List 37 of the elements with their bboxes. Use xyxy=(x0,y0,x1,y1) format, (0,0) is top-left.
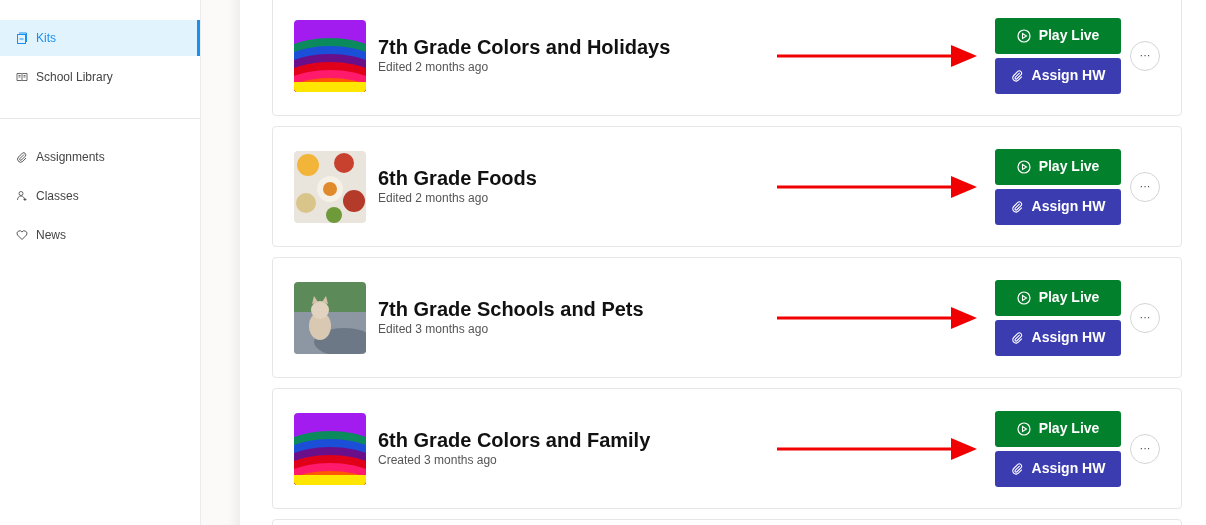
play-icon xyxy=(1016,159,1031,174)
paperclip-icon xyxy=(1010,462,1024,475)
play-live-button[interactable]: Play Live xyxy=(995,279,1121,316)
paperclip-icon xyxy=(1010,69,1024,82)
book-icon xyxy=(16,71,28,83)
play-live-button[interactable]: Play Live xyxy=(995,410,1121,447)
kit-subtitle: Created 3 months ago xyxy=(378,451,498,469)
kit-icon xyxy=(16,32,28,44)
paperclip-icon xyxy=(1010,200,1024,213)
more-button[interactable]: ··· xyxy=(1130,40,1160,71)
paperclip-icon xyxy=(16,151,28,163)
play-icon xyxy=(1016,421,1031,436)
assign-hw-button[interactable]: Assign HW xyxy=(995,450,1121,487)
assign-hw-button[interactable]: Assign HW xyxy=(995,319,1121,356)
paperclip-icon xyxy=(1010,331,1024,344)
sidebar-item[interactable]: Assignments xyxy=(0,139,200,175)
kit-subtitle: Edited 2 months ago xyxy=(378,189,490,207)
kit-title: 6th Grade Foods xyxy=(378,166,538,189)
play-live-button[interactable]: Play Live xyxy=(995,148,1121,185)
kit-title: 6th Grade Colors and Family xyxy=(378,428,652,451)
sidebar-item[interactable]: News xyxy=(0,217,200,253)
play-live-button[interactable]: Play Live xyxy=(995,17,1121,54)
more-button[interactable]: ··· xyxy=(1130,302,1160,333)
assign-hw-button[interactable]: Assign HW xyxy=(995,57,1121,94)
kit-subtitle: Edited 2 months ago xyxy=(378,58,490,76)
play-icon xyxy=(1016,28,1031,43)
people-icon xyxy=(16,190,28,202)
assign-hw-button[interactable]: Assign HW xyxy=(995,188,1121,225)
more-button[interactable]: ··· xyxy=(1130,171,1160,202)
sidebar-item[interactable]: School Library xyxy=(0,59,200,95)
sidebar-item[interactable]: Classes xyxy=(0,178,200,214)
more-button[interactable]: ··· xyxy=(1130,433,1160,464)
kit-subtitle: Edited 3 months ago xyxy=(378,320,490,338)
play-icon xyxy=(1016,290,1031,305)
kit-title: 7th Grade Schools and Pets xyxy=(378,297,645,320)
heart-icon xyxy=(16,229,28,241)
kit-title: 7th Grade Colors and Holidays xyxy=(378,35,672,58)
